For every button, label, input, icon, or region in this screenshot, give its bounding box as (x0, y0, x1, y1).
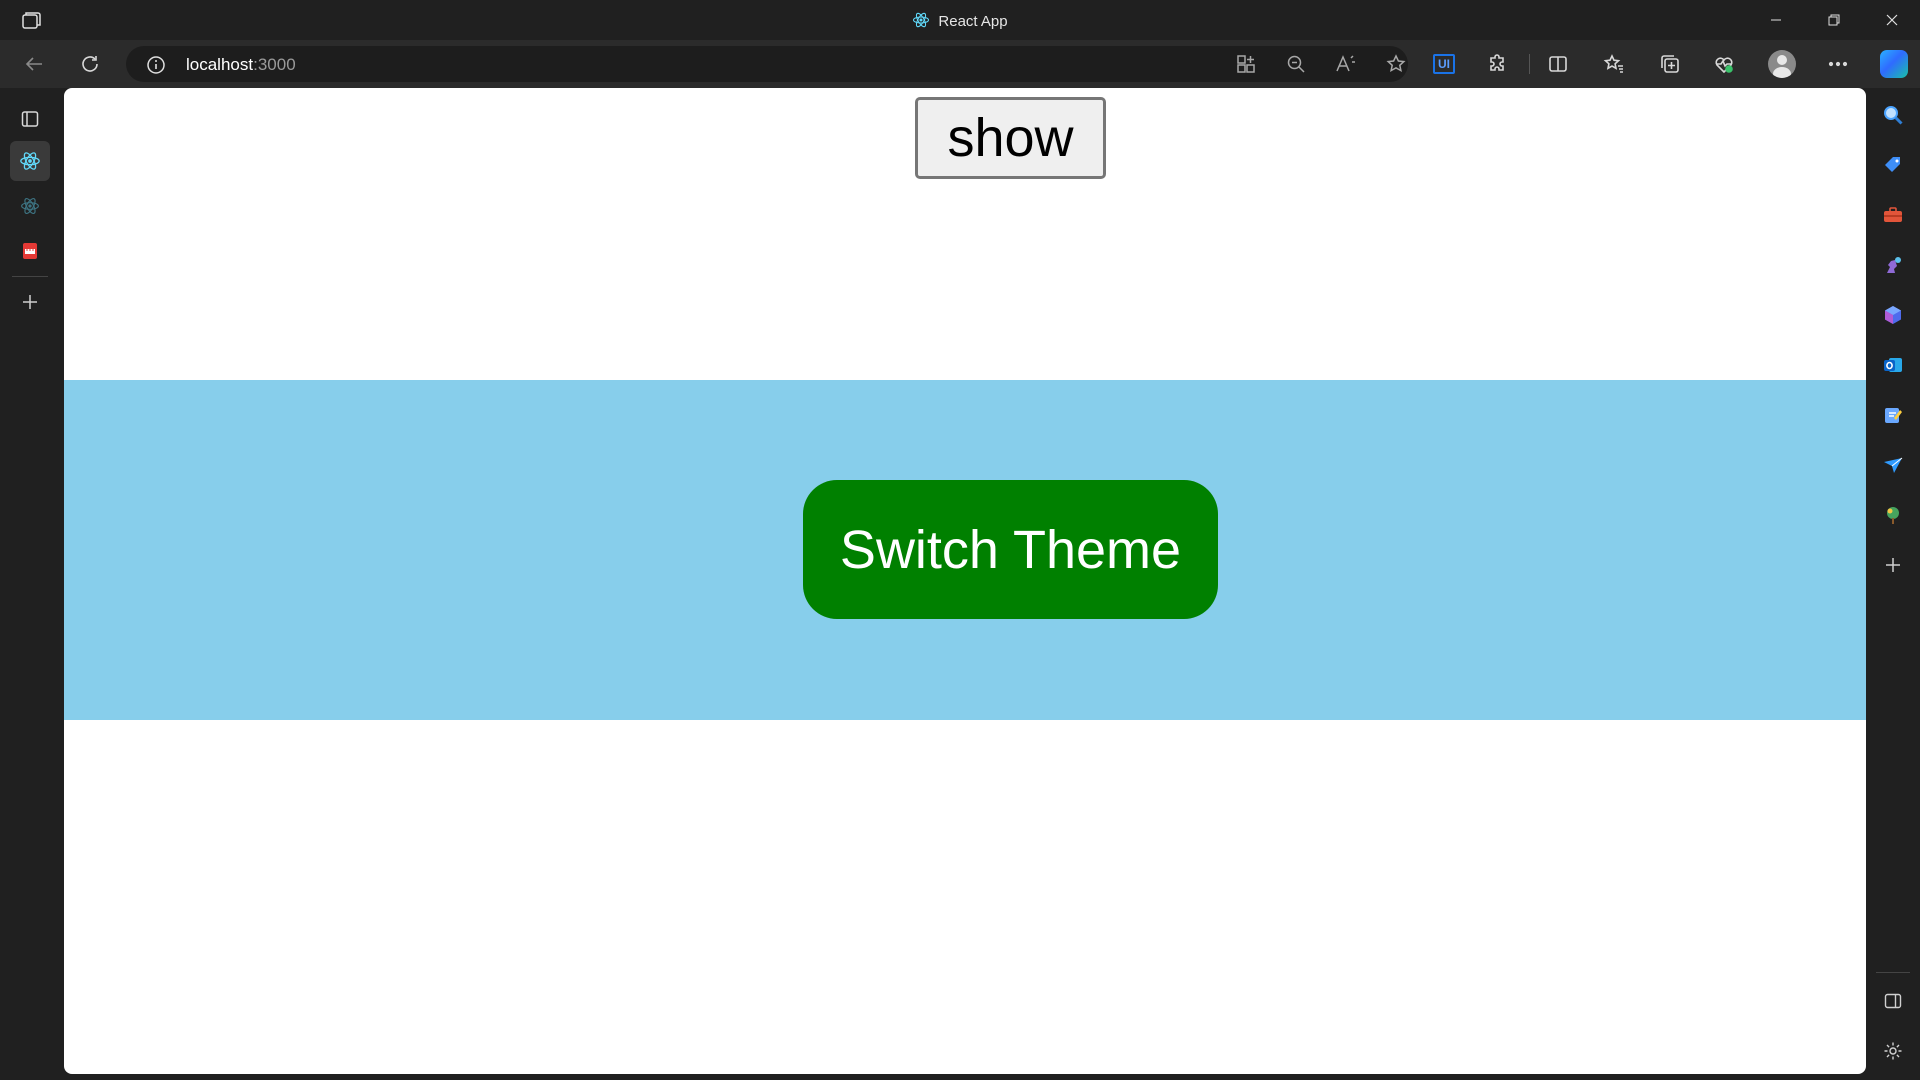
extensions-icon (1490, 54, 1504, 71)
read-aloud-icon (1336, 55, 1355, 72)
close-button[interactable] (1864, 0, 1920, 40)
profile-button[interactable] (1764, 46, 1800, 82)
minimize-button[interactable] (1748, 0, 1804, 40)
extensions-button[interactable] (1480, 46, 1516, 82)
toolbar-separator (1529, 54, 1530, 74)
browser-essentials-button[interactable] (1706, 46, 1742, 82)
app-available-icon (1237, 55, 1255, 73)
plus-icon (23, 295, 37, 309)
tree-icon (1887, 507, 1899, 524)
sidebar-hide-button[interactable] (1876, 984, 1910, 1018)
ui-extension-icon: UI (1433, 54, 1455, 74)
send-icon (1884, 457, 1903, 473)
favorites-button[interactable] (1596, 46, 1632, 82)
search-icon (1884, 106, 1903, 125)
collections-icon (1661, 55, 1679, 73)
settings-icon (1884, 1042, 1902, 1060)
browser-toolbar: localhost:3000 UI (0, 40, 1920, 88)
window-title-text: React App (938, 13, 1008, 30)
back-button[interactable] (16, 46, 52, 82)
sidebar-divider (1876, 972, 1910, 973)
react-logo-icon (21, 198, 39, 214)
add-sidebar-icon (1886, 558, 1900, 572)
url-host: localhost (186, 55, 254, 74)
sidebar-microsoft-365[interactable] (1876, 298, 1910, 332)
tab-actions-menu[interactable] (10, 99, 50, 139)
url-text[interactable]: localhost:3000 (186, 55, 296, 75)
shopping-tag-icon (1885, 157, 1900, 172)
favorite-button[interactable] (1376, 46, 1416, 82)
collections-button[interactable] (1652, 46, 1688, 82)
favorites-icon (1603, 54, 1623, 73)
microsoft-365-icon (1885, 306, 1901, 324)
tab-actions-icon (21, 111, 39, 127)
address-bar[interactable]: localhost:3000 (126, 46, 1408, 82)
restore-icon (1828, 14, 1840, 26)
react-logo-icon (20, 152, 40, 170)
url-port: :3000 (253, 55, 296, 74)
pdf-tab[interactable] (10, 231, 50, 271)
favorite-star-icon (1386, 54, 1406, 73)
more-options-button[interactable] (1820, 46, 1856, 82)
theme-section: Switch Theme (64, 380, 1866, 720)
more-options-icon (1828, 61, 1848, 67)
read-aloud-button[interactable] (1326, 46, 1366, 82)
title-bar: React App (0, 0, 1920, 40)
close-icon (1886, 14, 1898, 26)
games-icon (1887, 257, 1901, 273)
pdf-icon (23, 243, 37, 259)
sidebar-tree[interactable] (1876, 498, 1910, 532)
refresh-button[interactable] (72, 46, 108, 82)
copilot-icon (1880, 50, 1908, 78)
sidebar-add[interactable] (1876, 548, 1910, 582)
refresh-icon (82, 56, 98, 72)
copilot-button[interactable] (1876, 46, 1912, 82)
sidebar-drop[interactable] (1876, 398, 1910, 432)
new-tab-button[interactable] (10, 282, 50, 322)
page-viewport: show Switch Theme (64, 88, 1866, 1074)
back-icon (25, 57, 42, 71)
browser-essentials-icon (1715, 57, 1733, 74)
zoom-out-icon (1287, 55, 1305, 73)
show-button[interactable]: show (915, 97, 1106, 179)
window-title: React App (0, 11, 1920, 33)
profile-avatar (1768, 50, 1796, 78)
site-info-icon[interactable] (146, 55, 166, 80)
sidebar-send[interactable] (1876, 448, 1910, 482)
right-sidebar (1866, 88, 1920, 1080)
react-logo-icon (912, 11, 930, 33)
react-app-tab[interactable] (10, 141, 50, 181)
vertical-tabs-strip (0, 88, 64, 1080)
react-tab-2[interactable] (10, 186, 50, 226)
split-screen-button[interactable] (1540, 46, 1576, 82)
zoom-out-button[interactable] (1276, 46, 1316, 82)
drop-icon (1885, 408, 1902, 423)
ui-extension-button[interactable]: UI (1426, 46, 1462, 82)
sidebar-outlook[interactable] (1876, 348, 1910, 382)
sidebar-shopping[interactable] (1876, 148, 1910, 182)
split-screen-icon (1549, 56, 1567, 72)
outlook-icon (1884, 358, 1902, 372)
minimize-icon (1771, 19, 1781, 21)
tabs-divider (12, 276, 48, 277)
tools-icon (1884, 207, 1902, 222)
sidebar-search[interactable] (1876, 98, 1910, 132)
hide-sidebar-icon (1884, 993, 1902, 1009)
sidebar-settings[interactable] (1876, 1034, 1910, 1068)
sidebar-tools[interactable] (1876, 198, 1910, 232)
restore-button[interactable] (1806, 0, 1862, 40)
sidebar-games[interactable] (1876, 248, 1910, 282)
app-available-button[interactable] (1226, 46, 1266, 82)
switch-theme-button[interactable]: Switch Theme (803, 480, 1218, 619)
